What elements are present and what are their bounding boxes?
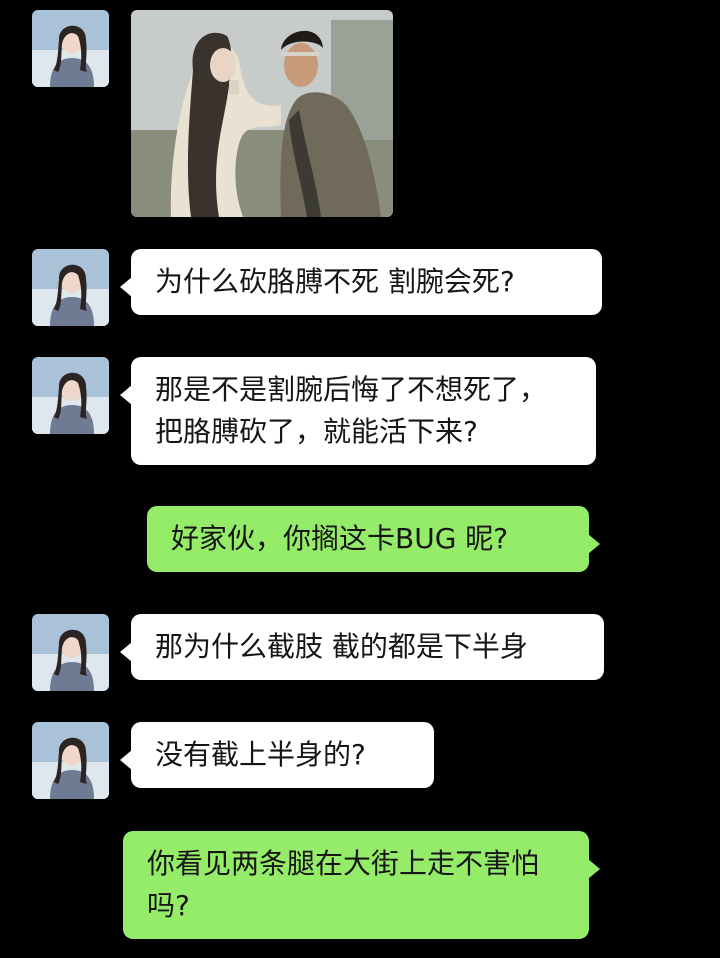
contact-avatar[interactable]: [32, 357, 109, 434]
outgoing-message-bubble[interactable]: 你看见两条腿在大街上走不害怕吗?: [123, 831, 600, 939]
chat-window: 为什么砍胳膊不死 割腕会死? 那是不是割腕后悔了不想死了，把胳膊砍了，就能活下来…: [0, 0, 720, 958]
outgoing-message-bubble[interactable]: 好家伙，你搁这卡BUG 昵?: [147, 506, 600, 572]
contact-avatar[interactable]: [32, 10, 109, 87]
incoming-message-bubble[interactable]: 那为什么截肢 截的都是下半身: [120, 614, 604, 680]
message-text: 没有截上半身的?: [155, 738, 366, 771]
shared-image[interactable]: [131, 10, 393, 217]
message-text: 你看见两条腿在大街上走不害怕吗?: [147, 847, 540, 922]
incoming-message-bubble[interactable]: 为什么砍胳膊不死 割腕会死?: [120, 249, 602, 315]
message-text: 为什么砍胳膊不死 割腕会死?: [155, 265, 515, 298]
message-text: 那是不是割腕后悔了不想死了，把胳膊砍了，就能活下来?: [155, 373, 548, 448]
message-text: 好家伙，你搁这卡BUG 昵?: [171, 522, 509, 555]
incoming-message-bubble[interactable]: 那是不是割腕后悔了不想死了，把胳膊砍了，就能活下来?: [120, 357, 596, 465]
contact-avatar[interactable]: [32, 249, 109, 326]
contact-avatar[interactable]: [32, 614, 109, 691]
message-text: 那为什么截肢 截的都是下半身: [155, 630, 528, 663]
incoming-message-bubble[interactable]: 没有截上半身的?: [120, 722, 434, 788]
contact-avatar[interactable]: [32, 722, 109, 799]
